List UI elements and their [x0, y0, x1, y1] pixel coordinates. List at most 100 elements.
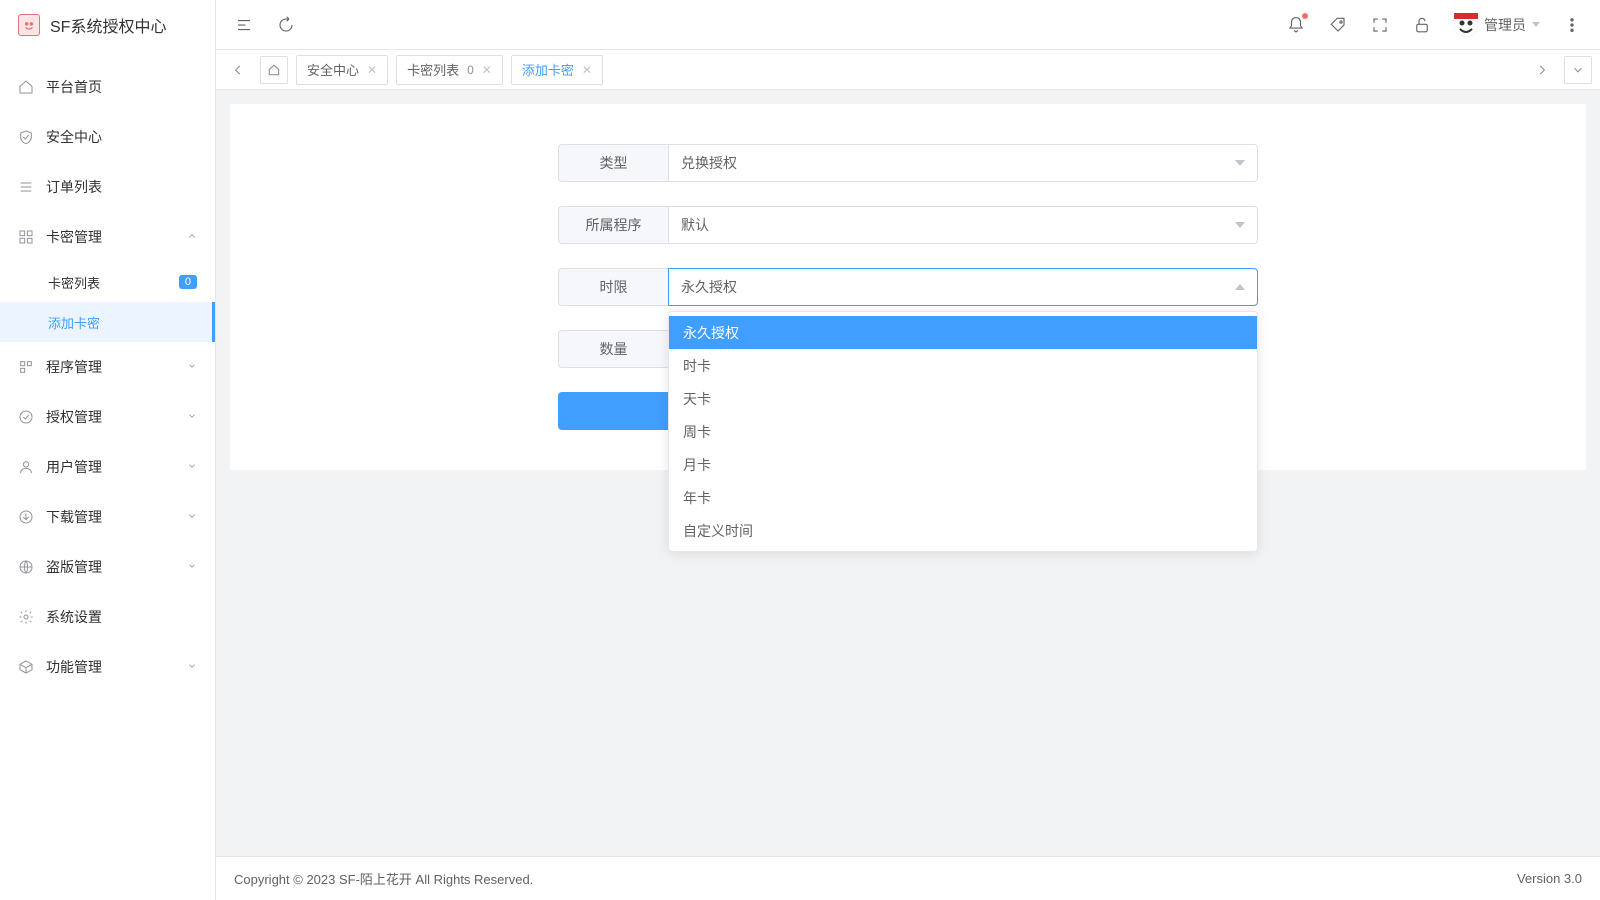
- globe-icon: [18, 559, 34, 575]
- user-label: 管理员: [1484, 15, 1526, 35]
- shield-icon: [18, 129, 34, 145]
- lock-button[interactable]: [1412, 15, 1432, 35]
- tab-close-button[interactable]: ✕: [582, 63, 592, 77]
- caret-down-icon: [1235, 160, 1245, 166]
- duration-select[interactable]: 永久授权 永久授权 时卡 天卡 周卡 月卡 年卡 自定义时间: [668, 268, 1258, 306]
- download-icon: [18, 509, 34, 525]
- field-label: 时限: [558, 268, 668, 306]
- sidebar-item-orders[interactable]: 订单列表: [0, 162, 215, 212]
- sidebar-item-home[interactable]: 平台首页: [0, 62, 215, 112]
- field-label: 所属程序: [558, 206, 668, 244]
- user-menu[interactable]: 管理员: [1454, 13, 1540, 37]
- sidebar-item-auth[interactable]: 授权管理: [0, 392, 215, 442]
- footer: Copyright © 2023 SF-陌上花开 All Rights Rese…: [216, 856, 1600, 900]
- card-form: 类型 兑换授权 所属程序 默认 时限: [558, 144, 1258, 430]
- fullscreen-button[interactable]: [1370, 15, 1390, 35]
- dropdown-option[interactable]: 自定义时间: [669, 514, 1257, 547]
- caret-up-icon: [1235, 284, 1245, 290]
- field-label: 类型: [558, 144, 668, 182]
- sidebar-item-programs[interactable]: 程序管理: [0, 342, 215, 392]
- dropdown-option[interactable]: 时卡: [669, 349, 1257, 382]
- dropdown-option[interactable]: 永久授权: [669, 316, 1257, 349]
- tabs-menu-button[interactable]: [1564, 56, 1592, 84]
- sidebar-item-label: 下载管理: [46, 507, 187, 527]
- tab-close-button[interactable]: ✕: [482, 63, 492, 77]
- field-type: 类型 兑换授权: [558, 144, 1258, 182]
- sidebar-item-label: 用户管理: [46, 457, 187, 477]
- sidebar-item-label: 平台首页: [46, 77, 197, 97]
- dropdown-option[interactable]: 天卡: [669, 382, 1257, 415]
- tabs-bar: 安全中心 ✕ 卡密列表 0 ✕ 添加卡密 ✕: [216, 50, 1600, 90]
- sidebar-item-card-list[interactable]: 卡密列表 0: [0, 262, 215, 302]
- sidebar-item-features[interactable]: 功能管理: [0, 642, 215, 692]
- sidebar-item-cards[interactable]: 卡密管理: [0, 212, 215, 262]
- sidebar-item-settings[interactable]: 系统设置: [0, 592, 215, 642]
- tabs-scroll-right-button[interactable]: [1528, 56, 1556, 84]
- field-program: 所属程序 默认: [558, 206, 1258, 244]
- brand-logo-icon: [18, 14, 40, 36]
- program-select[interactable]: 默认: [668, 206, 1258, 244]
- sidebar-menu: 平台首页 安全中心 订单列表 卡密管理 卡密列表 0 添加卡密: [0, 50, 215, 900]
- user-icon: [18, 459, 34, 475]
- main-area: 管理员 安全中心 ✕ 卡密列表 0 ✕ 添加卡密 ✕: [216, 0, 1600, 900]
- chevron-down-icon: [187, 560, 197, 574]
- more-button[interactable]: [1562, 15, 1582, 35]
- footer-copyright: Copyright © 2023 SF-陌上花开 All Rights Rese…: [234, 869, 533, 888]
- list-icon: [18, 179, 34, 195]
- sidebar-item-label: 系统设置: [46, 607, 197, 627]
- tab-label: 添加卡密: [522, 60, 574, 79]
- avatar-icon: [1454, 13, 1478, 37]
- duration-dropdown: 永久授权 时卡 天卡 周卡 月卡 年卡 自定义时间: [668, 311, 1258, 552]
- dropdown-option[interactable]: 月卡: [669, 448, 1257, 481]
- content: 类型 兑换授权 所属程序 默认 时限: [216, 90, 1600, 856]
- dropdown-option[interactable]: 周卡: [669, 415, 1257, 448]
- sidebar: SF系统授权中心 平台首页 安全中心 订单列表 卡密管理 卡密列表: [0, 0, 216, 900]
- package-icon: [18, 659, 34, 675]
- sidebar-item-label: 安全中心: [46, 127, 197, 147]
- tab-close-button[interactable]: ✕: [367, 63, 377, 77]
- notification-dot-icon: [1302, 13, 1308, 19]
- sidebar-item-label: 订单列表: [46, 177, 197, 197]
- tab-security[interactable]: 安全中心 ✕: [296, 55, 388, 85]
- sidebar-item-security[interactable]: 安全中心: [0, 112, 215, 162]
- grid-icon: [18, 229, 34, 245]
- select-value: 永久授权: [681, 277, 1235, 297]
- check-circle-icon: [18, 409, 34, 425]
- sidebar-item-label: 功能管理: [46, 657, 187, 677]
- home-icon: [18, 79, 34, 95]
- form-panel: 类型 兑换授权 所属程序 默认 时限: [230, 104, 1586, 470]
- tab-badge: 0: [467, 63, 474, 77]
- sidebar-item-label: 授权管理: [46, 407, 187, 427]
- chevron-down-icon: [187, 460, 197, 474]
- sidebar-item-label: 程序管理: [46, 357, 187, 377]
- select-value: 兑换授权: [681, 153, 1235, 173]
- topbar: 管理员: [216, 0, 1600, 50]
- refresh-button[interactable]: [276, 15, 296, 35]
- chevron-up-icon: [187, 230, 197, 244]
- tabs-scroll-left-button[interactable]: [224, 56, 252, 84]
- caret-down-icon: [1235, 222, 1245, 228]
- tab-label: 卡密列表: [407, 60, 459, 79]
- sidebar-item-card-add[interactable]: 添加卡密: [0, 302, 215, 342]
- notification-button[interactable]: [1286, 15, 1306, 35]
- tab-card-list[interactable]: 卡密列表 0 ✕: [396, 55, 503, 85]
- field-label: 数量: [558, 330, 668, 368]
- chevron-down-icon: [187, 410, 197, 424]
- footer-version: Version 3.0: [1517, 871, 1582, 886]
- tag-button[interactable]: [1328, 15, 1348, 35]
- type-select[interactable]: 兑换授权: [668, 144, 1258, 182]
- sidebar-item-piracy[interactable]: 盗版管理: [0, 542, 215, 592]
- sidebar-item-label: 卡密列表: [48, 273, 171, 292]
- sidebar-item-label: 盗版管理: [46, 557, 187, 577]
- tab-home[interactable]: [260, 56, 288, 84]
- dropdown-option[interactable]: 年卡: [669, 481, 1257, 514]
- caret-down-icon: [1532, 22, 1540, 27]
- chevron-down-icon: [187, 510, 197, 524]
- sidebar-item-label: 卡密管理: [46, 227, 187, 247]
- tab-card-add[interactable]: 添加卡密 ✕: [511, 55, 603, 85]
- sidebar-item-downloads[interactable]: 下载管理: [0, 492, 215, 542]
- sidebar-item-users[interactable]: 用户管理: [0, 442, 215, 492]
- select-value: 默认: [681, 215, 1235, 235]
- collapse-sidebar-button[interactable]: [234, 15, 254, 35]
- field-duration: 时限 永久授权 永久授权 时卡 天卡 周卡 月卡 年卡 自定义: [558, 268, 1258, 306]
